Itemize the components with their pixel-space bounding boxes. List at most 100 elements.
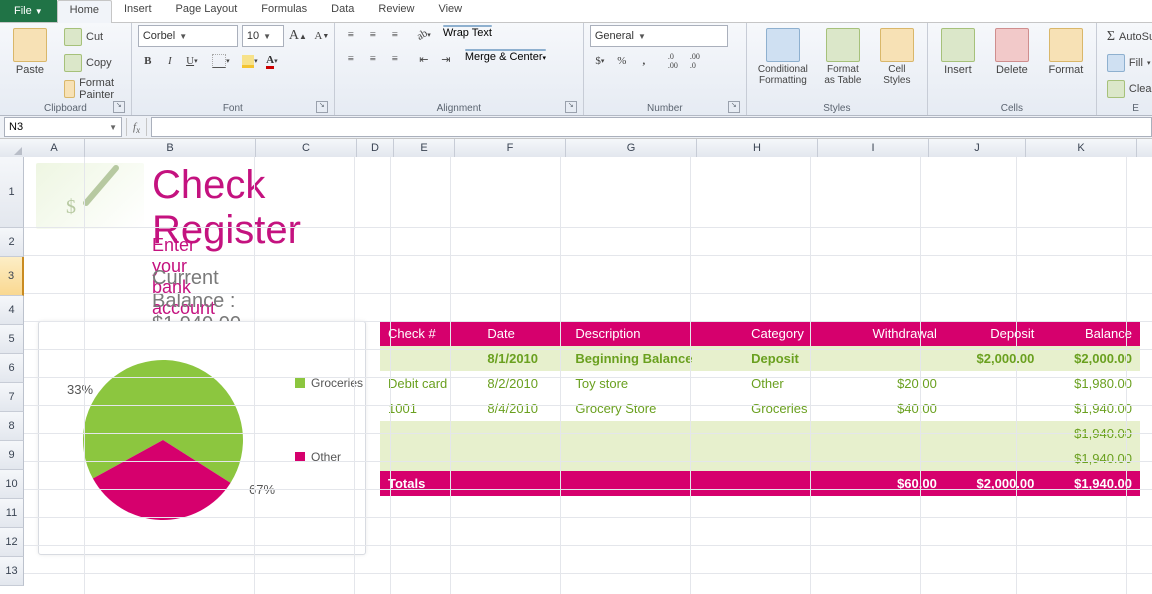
- format-cells-button[interactable]: Format: [1042, 25, 1090, 79]
- check-register-table[interactable]: Check #DateDescriptionCategoryWithdrawal…: [380, 321, 1140, 496]
- col-header-F[interactable]: F: [455, 139, 566, 157]
- register-cell[interactable]: 8/4/2010: [479, 396, 567, 421]
- row-header-4[interactable]: 4: [0, 296, 24, 325]
- register-header[interactable]: Category: [743, 321, 839, 346]
- underline-button[interactable]: U▾: [182, 51, 202, 71]
- formula-input[interactable]: [151, 117, 1152, 137]
- accounting-format-button[interactable]: $▾: [590, 51, 610, 71]
- col-header-H[interactable]: H: [697, 139, 818, 157]
- row-header-12[interactable]: 12: [0, 528, 24, 557]
- row-header-7[interactable]: 7: [0, 383, 24, 412]
- merge-center-button[interactable]: Merge & Center▾: [465, 49, 546, 69]
- register-cell[interactable]: 1001: [380, 396, 479, 421]
- comma-format-button[interactable]: ,: [634, 51, 654, 71]
- row-header-6[interactable]: 6: [0, 354, 24, 383]
- fill-color-button[interactable]: ▾: [240, 51, 260, 71]
- insert-cells-button[interactable]: Insert: [934, 25, 982, 79]
- register-cell[interactable]: $20.00: [839, 371, 945, 396]
- border-button[interactable]: ▾: [211, 51, 231, 71]
- cut-button[interactable]: Cut: [60, 25, 125, 49]
- align-right-button[interactable]: ≡: [385, 49, 405, 69]
- tab-formulas[interactable]: Formulas: [249, 0, 319, 22]
- register-cell[interactable]: Grocery Store: [567, 396, 743, 421]
- register-header[interactable]: Check #: [380, 321, 479, 346]
- bold-button[interactable]: B: [138, 51, 158, 71]
- align-bottom-button[interactable]: ≡: [385, 25, 405, 45]
- tab-review[interactable]: Review: [366, 0, 426, 22]
- row-header-10[interactable]: 10: [0, 470, 24, 499]
- shrink-font-button[interactable]: A▼: [312, 26, 332, 46]
- tab-home[interactable]: Home: [57, 0, 112, 23]
- register-cell[interactable]: [839, 446, 945, 471]
- tab-page-layout[interactable]: Page Layout: [164, 0, 250, 22]
- register-cell[interactable]: Debit card: [380, 371, 479, 396]
- col-header-G[interactable]: G: [566, 139, 697, 157]
- register-cell[interactable]: [945, 371, 1043, 396]
- decrease-indent-button[interactable]: ⇤: [414, 49, 434, 69]
- increase-decimal-button[interactable]: .0.00: [663, 51, 683, 71]
- spending-pie-chart[interactable]: 33% 67% Groceries Other: [38, 321, 366, 555]
- decrease-decimal-button[interactable]: .00.0: [685, 51, 705, 71]
- align-middle-button[interactable]: ≡: [363, 25, 383, 45]
- paste-button[interactable]: Paste: [6, 25, 54, 79]
- format-as-table-button[interactable]: Format as Table: [819, 25, 867, 89]
- clear-button[interactable]: Clear▾: [1103, 77, 1152, 101]
- wrap-text-button[interactable]: Wrap Text: [443, 25, 492, 45]
- font-launcher[interactable]: ↘: [316, 101, 328, 113]
- cell-styles-button[interactable]: Cell Styles: [873, 25, 921, 89]
- name-box[interactable]: N3 ▼: [4, 117, 122, 137]
- register-cell[interactable]: Toy store: [567, 371, 743, 396]
- italic-button[interactable]: I: [160, 51, 180, 71]
- register-cell[interactable]: Groceries: [743, 396, 839, 421]
- register-cell[interactable]: [945, 396, 1043, 421]
- col-header-J[interactable]: J: [929, 139, 1026, 157]
- register-cell[interactable]: [380, 446, 479, 471]
- register-cell[interactable]: 8/2/2010: [479, 371, 567, 396]
- register-cell[interactable]: [945, 446, 1043, 471]
- row-header-3[interactable]: 3: [0, 257, 24, 296]
- copy-button[interactable]: Copy: [60, 51, 125, 75]
- col-header-D[interactable]: D: [357, 139, 394, 157]
- col-header-I[interactable]: I: [818, 139, 929, 157]
- align-top-button[interactable]: ≡: [341, 25, 361, 45]
- align-left-button[interactable]: ≡: [341, 49, 361, 69]
- register-cell[interactable]: Other: [743, 371, 839, 396]
- font-family-combo[interactable]: Corbel▼: [138, 25, 238, 47]
- row-header-1[interactable]: 1: [0, 157, 24, 228]
- row-headers[interactable]: 12345678910111213: [0, 157, 24, 586]
- orientation-button[interactable]: ab▾: [414, 25, 434, 45]
- register-header[interactable]: Deposit: [945, 321, 1043, 346]
- worksheet[interactable]: ABCDEFGHIJK 12345678910111213 $ Check Re…: [0, 139, 1152, 594]
- delete-cells-button[interactable]: Delete: [988, 25, 1036, 79]
- row-header-11[interactable]: 11: [0, 499, 24, 528]
- font-size-combo[interactable]: 10▼: [242, 25, 284, 47]
- register-cell[interactable]: [479, 446, 567, 471]
- row-header-9[interactable]: 9: [0, 441, 24, 470]
- col-header-B[interactable]: B: [85, 139, 256, 157]
- select-all-corner[interactable]: [0, 139, 25, 158]
- row-header-8[interactable]: 8: [0, 412, 24, 441]
- file-tab[interactable]: File ▼: [0, 0, 57, 22]
- tab-view[interactable]: View: [426, 0, 474, 22]
- autosum-button[interactable]: ΣAutoSum: [1103, 25, 1152, 49]
- fill-button[interactable]: Fill▾: [1103, 51, 1152, 75]
- register-cell[interactable]: [743, 446, 839, 471]
- column-headers[interactable]: ABCDEFGHIJK: [24, 139, 1152, 158]
- register-header[interactable]: Description: [567, 321, 743, 346]
- grow-font-button[interactable]: A▲: [288, 26, 308, 46]
- col-header-E[interactable]: E: [394, 139, 455, 157]
- alignment-launcher[interactable]: ↘: [565, 101, 577, 113]
- increase-indent-button[interactable]: ⇥: [436, 49, 456, 69]
- register-cell[interactable]: [567, 446, 743, 471]
- grid-canvas[interactable]: $ Check Register Enter your bank account…: [24, 157, 1152, 594]
- fx-button[interactable]: fx: [126, 118, 147, 136]
- col-header-K[interactable]: K: [1026, 139, 1137, 157]
- row-header-2[interactable]: 2: [0, 228, 24, 257]
- number-launcher[interactable]: ↘: [728, 101, 740, 113]
- row-header-5[interactable]: 5: [0, 325, 24, 354]
- tab-data[interactable]: Data: [319, 0, 366, 22]
- percent-format-button[interactable]: %: [612, 51, 632, 71]
- clipboard-launcher[interactable]: ↘: [113, 101, 125, 113]
- register-header[interactable]: Withdrawal: [839, 321, 945, 346]
- tab-insert[interactable]: Insert: [112, 0, 164, 22]
